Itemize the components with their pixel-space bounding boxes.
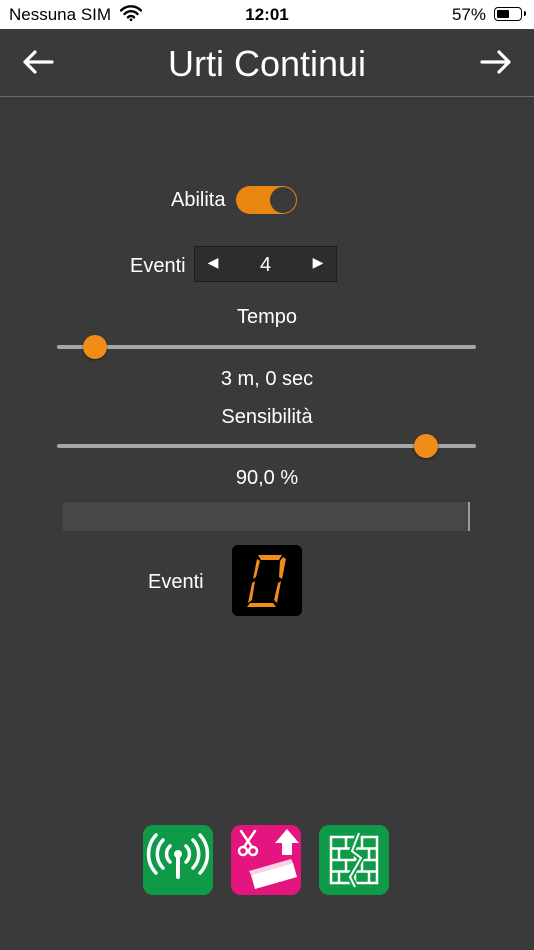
battery-icon bbox=[494, 7, 526, 21]
arrow-right-icon[interactable] bbox=[476, 47, 516, 77]
nav-header: Urti Continui bbox=[0, 29, 534, 97]
counter-label: Eventi bbox=[148, 571, 204, 593]
events-label: Eventi bbox=[130, 255, 186, 277]
events-stepper: ◀ 4 ▶ bbox=[194, 246, 337, 282]
level-bar bbox=[63, 502, 470, 531]
sensitivity-label: Sensibilità bbox=[221, 406, 313, 428]
sensitivity-slider[interactable] bbox=[57, 431, 476, 461]
sensitivity-value: 90,0 % bbox=[235, 467, 299, 489]
time-slider[interactable] bbox=[57, 332, 476, 362]
sensitivity-slider-thumb[interactable] bbox=[413, 434, 438, 458]
enable-toggle[interactable] bbox=[236, 186, 297, 214]
time-slider-track bbox=[57, 345, 476, 349]
status-bar: Nessuna SIM 12:01 57% bbox=[0, 0, 534, 29]
enable-label: Abilita bbox=[171, 189, 226, 211]
increment-icon[interactable]: ▶ bbox=[308, 254, 328, 271]
time-value: 3 m, 0 sec bbox=[220, 368, 314, 390]
scissors-tilt-icon[interactable] bbox=[231, 825, 301, 895]
page-title: Urti Continui bbox=[167, 43, 367, 84]
time-slider-thumb[interactable] bbox=[82, 335, 107, 359]
antenna-signal-icon[interactable] bbox=[143, 825, 213, 895]
time-label: Tempo bbox=[236, 306, 298, 328]
battery-percent: 57% bbox=[451, 5, 486, 24]
seven-segment-display: 0 bbox=[232, 545, 302, 616]
digit-zero-segments bbox=[247, 555, 286, 607]
toggle-knob bbox=[270, 187, 296, 213]
brick-wall-crack-icon[interactable] bbox=[319, 825, 389, 895]
